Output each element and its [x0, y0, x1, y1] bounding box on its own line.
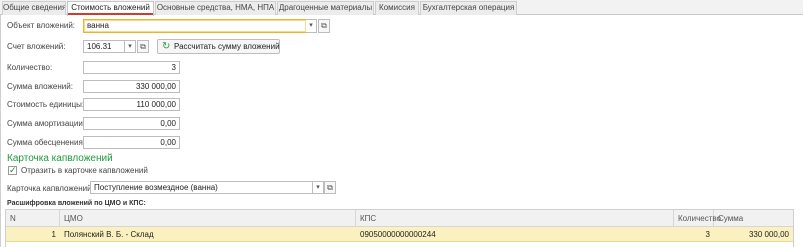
column-header-cmo[interactable]: ЦМО: [60, 210, 356, 227]
table-row[interactable]: 1 Полянский В. Б. - Склад 09050000000000…: [6, 227, 793, 242]
object-input[interactable]: ванна: [83, 19, 307, 33]
calculate-sum-button[interactable]: ↻ Рассчитать сумму вложений: [157, 39, 280, 54]
row-sum: 330 000,00: [748, 230, 789, 239]
impairment-input[interactable]: 0,00: [83, 136, 180, 149]
open-icon: ⧉: [327, 183, 333, 192]
quantity-label: Количество:: [7, 63, 53, 72]
tab-precious-materials[interactable]: Драгоценные материалы: [277, 1, 374, 15]
column-header-n[interactable]: N: [6, 210, 60, 227]
breakdown-table: N ЦМО КПС Количество Сумма 1 Полянский В…: [5, 209, 794, 247]
row-cmo: Полянский В. Б. - Склад: [64, 230, 154, 239]
row-quantity: 3: [705, 230, 710, 239]
tab-bar: Общие сведения Стоимость вложений Основн…: [0, 0, 803, 16]
card-dropdown-button[interactable]: ▾: [313, 181, 324, 194]
column-header-quantity[interactable]: Количество: [674, 210, 721, 227]
account-dropdown-button[interactable]: ▾: [125, 40, 136, 53]
chevron-down-icon: ▾: [316, 184, 320, 191]
reflect-in-card-checkbox[interactable]: ✓: [8, 166, 17, 175]
sum-label: Сумма вложений:: [7, 82, 73, 91]
unit-cost-input[interactable]: 110 000,00: [83, 98, 180, 111]
row-number: 1: [51, 230, 56, 239]
column-header-kps[interactable]: КПС: [356, 210, 674, 227]
card-label: Карточка капвложений:: [7, 184, 94, 193]
card-input[interactable]: Поступление возмездное (ванна): [90, 181, 313, 194]
table-header: N ЦМО КПС Количество Сумма: [6, 210, 793, 227]
chevron-down-icon: ▾: [309, 22, 313, 29]
open-icon: ⧉: [140, 42, 146, 51]
account-label: Счет вложений:: [7, 42, 66, 51]
object-dropdown-button[interactable]: ▾: [306, 19, 317, 33]
quantity-input[interactable]: 3: [83, 61, 180, 74]
tab-fixed-assets[interactable]: Основные средства, НМА, НПА: [155, 1, 276, 15]
tab-accounting-operation[interactable]: Бухгалтерская операция: [420, 1, 517, 15]
calculate-sum-label: Рассчитать сумму вложений: [174, 42, 280, 51]
account-open-button[interactable]: ⧉: [137, 40, 149, 53]
unit-cost-label: Стоимость единицы:: [7, 100, 85, 109]
object-open-button[interactable]: ⧉: [318, 19, 330, 33]
chevron-down-icon: ▾: [128, 43, 132, 50]
card-section-title: Карточка капвложений: [7, 153, 113, 164]
reflect-in-card-label: Отразить в карточке капвложений: [21, 166, 148, 175]
column-header-sum[interactable]: Сумма: [714, 210, 793, 227]
impairment-label: Сумма обесценения:: [7, 138, 85, 147]
open-icon: ⧉: [321, 21, 327, 30]
checkmark-icon: ✓: [9, 165, 17, 175]
amortization-input[interactable]: 0,00: [83, 117, 180, 130]
row-kps: 09050000000000244: [360, 230, 436, 239]
card-open-button[interactable]: ⧉: [324, 181, 336, 194]
tab-general-info[interactable]: Общие сведения: [2, 1, 66, 15]
amortization-label: Сумма амортизации:: [7, 119, 86, 128]
sum-input[interactable]: 330 000,00: [83, 80, 180, 93]
breakdown-title: Расшифровка вложений по ЦМО и КПС:: [7, 200, 146, 207]
account-input[interactable]: 106.31: [83, 40, 125, 53]
tab-investment-cost[interactable]: Стоимость вложений: [67, 1, 154, 16]
refresh-icon: ↻: [162, 41, 171, 52]
object-label: Объект вложений:: [7, 21, 76, 30]
tab-commission[interactable]: Комиссия: [375, 1, 419, 15]
left-frame-border: [0, 15, 1, 247]
table-empty-area: [6, 242, 793, 247]
